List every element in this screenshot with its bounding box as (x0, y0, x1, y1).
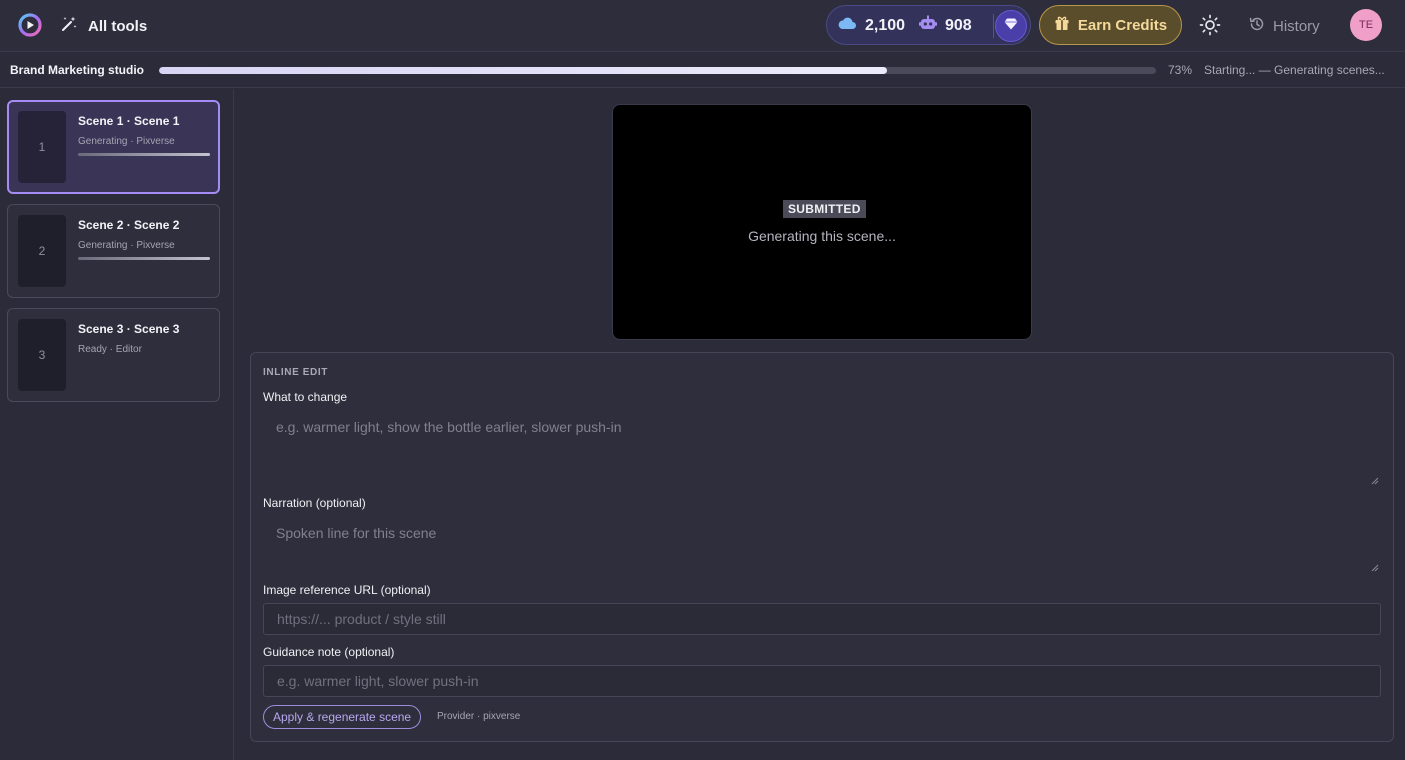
history-label: History (1273, 17, 1320, 35)
narration-label: Narration (optional) (263, 496, 366, 510)
magic-wand-icon (60, 15, 78, 37)
change-label: What to change (263, 390, 348, 404)
scene-thumbnail: 2 (18, 215, 66, 287)
earn-credits-label: Earn Credits (1077, 16, 1168, 34)
scene-status: Generating · Pixverse (78, 136, 175, 147)
section-label: INLINE EDIT (263, 367, 328, 378)
cloud-credits-value: 2,100 (865, 16, 906, 34)
progress-bar-fill (159, 67, 887, 74)
change-textarea[interactable] (263, 409, 1381, 487)
scene-title: Scene 3 · Scene 3 (78, 322, 180, 336)
scene-sidebar: 1 Scene 1 · Scene 1 Generating · Pixvers… (0, 89, 234, 760)
all-tools-label: All tools (88, 17, 148, 35)
scene-card-1[interactable]: 1 Scene 1 · Scene 1 Generating · Pixvers… (7, 100, 220, 194)
avatar-initials: TE (1358, 19, 1374, 31)
bot-credits-value: 908 (945, 16, 972, 34)
scene-title: Scene 1 · Scene 1 (78, 114, 180, 128)
scene-title: Scene 2 · Scene 2 (78, 218, 180, 232)
gem-icon (1004, 17, 1018, 35)
scene-thumbnail: 3 (18, 319, 66, 391)
scene-number: 3 (38, 348, 46, 362)
scene-progress-fill (78, 257, 210, 260)
cloud-icon (837, 15, 857, 36)
scene-progress-bar (78, 153, 210, 156)
resize-handle-icon[interactable] (1371, 477, 1379, 485)
gift-icon (1054, 15, 1070, 35)
theme-toggle-sun-icon[interactable] (1199, 14, 1221, 36)
scene-progress-bar (78, 257, 210, 260)
scene-number: 1 (38, 140, 46, 154)
status-badge: SUBMITTED (783, 200, 866, 218)
apply-regenerate-button[interactable]: Apply & regenerate scene (263, 705, 422, 729)
top-bar: All tools 2,100 908 Earn Credits History… (0, 0, 1405, 52)
generation-progress-row: Brand Marketing studio 73% Starting... —… (0, 53, 1405, 88)
scene-card-3[interactable]: 3 Scene 3 · Scene 3 Ready · Editor (7, 308, 220, 402)
scene-preview: SUBMITTED Generating this scene... (612, 104, 1032, 340)
gem-button[interactable] (995, 10, 1027, 42)
earn-credits-button[interactable]: Earn Credits (1039, 5, 1182, 45)
scene-status: Ready · Editor (78, 344, 142, 355)
app-logo-icon[interactable] (18, 13, 42, 37)
scene-card-2[interactable]: 2 Scene 2 · Scene 2 Generating · Pixvers… (7, 204, 220, 298)
inline-edit-panel: INLINE EDIT What to change Narration (op… (250, 352, 1394, 742)
scene-progress-fill (78, 153, 210, 156)
robot-icon (919, 15, 937, 36)
preview-message: Generating this scene... (748, 228, 896, 244)
image-url-label: Image reference URL (optional) (263, 583, 431, 597)
resize-handle-icon[interactable] (1371, 564, 1379, 572)
progress-bar (159, 67, 1156, 74)
guidance-input[interactable] (263, 665, 1381, 697)
progress-percent: 73% (1168, 63, 1193, 77)
studio-title: Brand Marketing studio (10, 63, 145, 77)
credits-pill[interactable]: 2,100 908 (826, 5, 1031, 45)
credits-divider (993, 14, 994, 38)
guidance-label: Guidance note (optional) (263, 645, 395, 659)
bot-credits: 908 (919, 15, 972, 36)
history-icon (1249, 16, 1265, 36)
cloud-credits: 2,100 (837, 15, 905, 36)
narration-textarea[interactable] (263, 515, 1381, 573)
scene-number: 2 (38, 244, 46, 258)
image-url-input[interactable] (263, 603, 1381, 635)
history-button[interactable]: History (1249, 14, 1320, 38)
progress-status: Starting... — Generating scenes... (1204, 63, 1385, 77)
scene-thumbnail: 1 (18, 111, 66, 183)
user-avatar[interactable]: TE (1350, 9, 1382, 41)
scene-status: Generating · Pixverse (78, 240, 175, 251)
provider-note: Provider · pixverse (437, 711, 521, 722)
all-tools-button[interactable]: All tools (60, 14, 147, 38)
